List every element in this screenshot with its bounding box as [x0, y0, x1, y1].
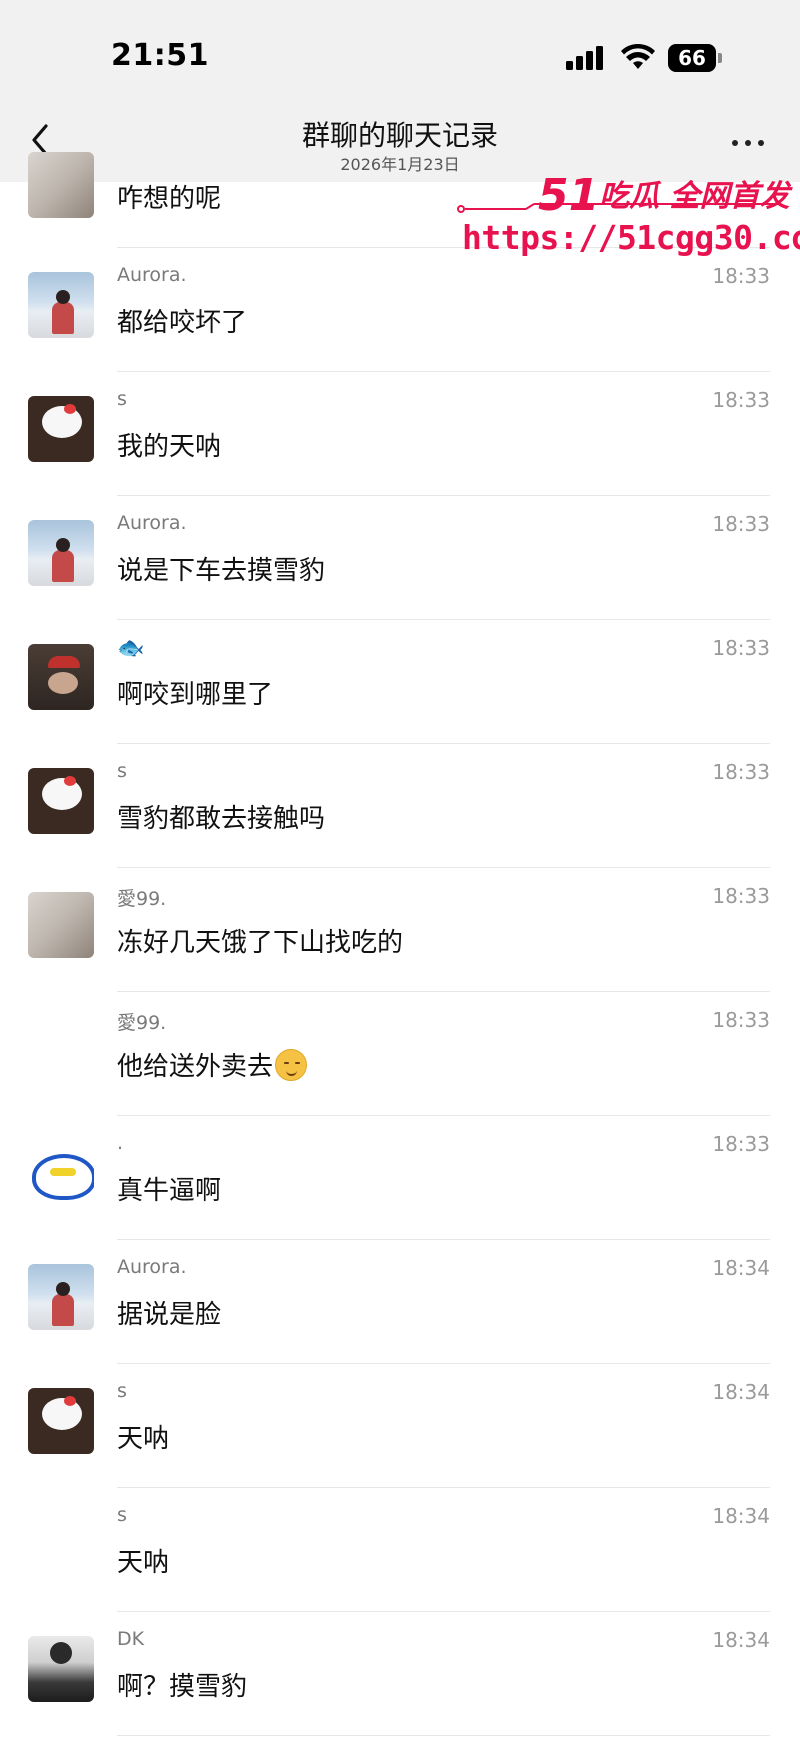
bed-photo-avatar[interactable] — [28, 892, 94, 958]
hello-kitty-avatar[interactable] — [28, 1388, 94, 1454]
list-item[interactable]: s 18:33 我的天呐 — [0, 372, 800, 496]
hello-kitty-avatar[interactable] — [28, 396, 94, 462]
sender-name: . — [117, 1132, 124, 1154]
sender-name: s — [117, 1504, 127, 1526]
message-time: 18:33 — [712, 884, 770, 908]
message-text: 啊咬到哪里了 — [117, 680, 274, 710]
fish-emoji-icon: 🐟 — [117, 636, 145, 661]
smiling-blush-emoji-icon — [275, 1049, 308, 1081]
list-item[interactable]: 愛99. 18:33 他给送外卖去 — [0, 992, 800, 1116]
message-time: 18:34 — [712, 1256, 770, 1280]
message-text: 咋想的呢 — [117, 184, 222, 214]
sender-name: 愛99. — [117, 888, 167, 910]
message-time: 18:34 — [712, 1628, 770, 1652]
message-text: 啊？摸雪豹 — [117, 1672, 248, 1702]
sender-name: Aurora. — [117, 512, 187, 534]
message-time: 18:33 — [712, 1008, 770, 1032]
list-item[interactable]: 愛99. 18:33 冻好几天饿了下山找吃的 — [0, 868, 800, 992]
sender-name: Aurora. — [117, 1256, 187, 1278]
list-item[interactable]: 🐟 18:33 啊咬到哪里了 — [0, 620, 800, 744]
message-time: 18:33 — [712, 1132, 770, 1156]
bed-photo-avatar[interactable] — [28, 152, 94, 218]
landscape-photo-avatar[interactable] — [28, 272, 94, 338]
status-time: 21:51 — [111, 38, 209, 73]
message-time: 18:33 — [712, 388, 770, 412]
message-text: 天呐 — [117, 1424, 170, 1454]
message-text: 他给送外卖去 — [117, 1052, 274, 1082]
message-time: 18:34 — [712, 1504, 770, 1528]
message-time: 18:33 — [712, 636, 770, 660]
message-text: 真牛逼啊 — [117, 1176, 222, 1206]
cellular-signal-icon — [566, 46, 604, 70]
list-item[interactable]: s 18:34 天呐 — [0, 1364, 800, 1488]
battery-icon: 66 — [668, 44, 722, 72]
message-text: 雪豹都敢去接触吗 — [117, 804, 326, 834]
battery-level: 66 — [668, 44, 716, 72]
message-text: 天呐 — [117, 1548, 170, 1578]
list-item[interactable]: Aurora. 18:34 据说是脸 — [0, 1240, 800, 1364]
sender-name: 🐟 — [117, 636, 144, 661]
message-content: 他给送外卖去 — [117, 1046, 308, 1083]
message-time: 18:33 — [712, 264, 770, 288]
cartoon-cat-avatar[interactable] — [28, 1140, 94, 1206]
dk-photo-avatar[interactable] — [28, 1636, 94, 1702]
message-text: 说是下车去摸雪豹 — [117, 556, 326, 586]
wifi-icon — [621, 43, 655, 69]
list-item[interactable]: s 18:34 天呐 — [0, 1488, 800, 1612]
watermark-circuit-line — [457, 203, 776, 213]
message-text: 都给咬坏了 — [117, 308, 248, 338]
watermark-url: https://51cgg30.com — [462, 218, 800, 257]
landscape-photo-avatar[interactable] — [28, 1264, 94, 1330]
list-item[interactable]: DK 18:34 啊？摸雪豹 — [0, 1612, 800, 1736]
message-time: 18:34 — [712, 1380, 770, 1404]
message-text: 据说是脸 — [117, 1300, 222, 1330]
sender-name: DK — [117, 1628, 145, 1650]
list-item[interactable]: s 18:33 雪豹都敢去接触吗 — [0, 744, 800, 868]
message-text: 我的天呐 — [117, 432, 222, 462]
sender-name: s — [117, 388, 127, 410]
message-time: 18:33 — [712, 760, 770, 784]
list-item[interactable]: . 18:33 真牛逼啊 — [0, 1116, 800, 1240]
sender-name: s — [117, 1380, 127, 1402]
christmas-hat-avatar[interactable] — [28, 644, 94, 710]
sender-name: Aurora. — [117, 264, 187, 286]
list-item[interactable]: Aurora. 18:33 说是下车去摸雪豹 — [0, 496, 800, 620]
message-time: 18:33 — [712, 512, 770, 536]
message-text: 冻好几天饿了下山找吃的 — [117, 928, 404, 958]
list-item[interactable]: Aurora. 18:33 都给咬坏了 — [0, 248, 800, 372]
sender-name: 愛99. — [117, 1012, 167, 1034]
sender-name: s — [117, 760, 127, 782]
hello-kitty-avatar[interactable] — [28, 768, 94, 834]
landscape-photo-avatar[interactable] — [28, 520, 94, 586]
